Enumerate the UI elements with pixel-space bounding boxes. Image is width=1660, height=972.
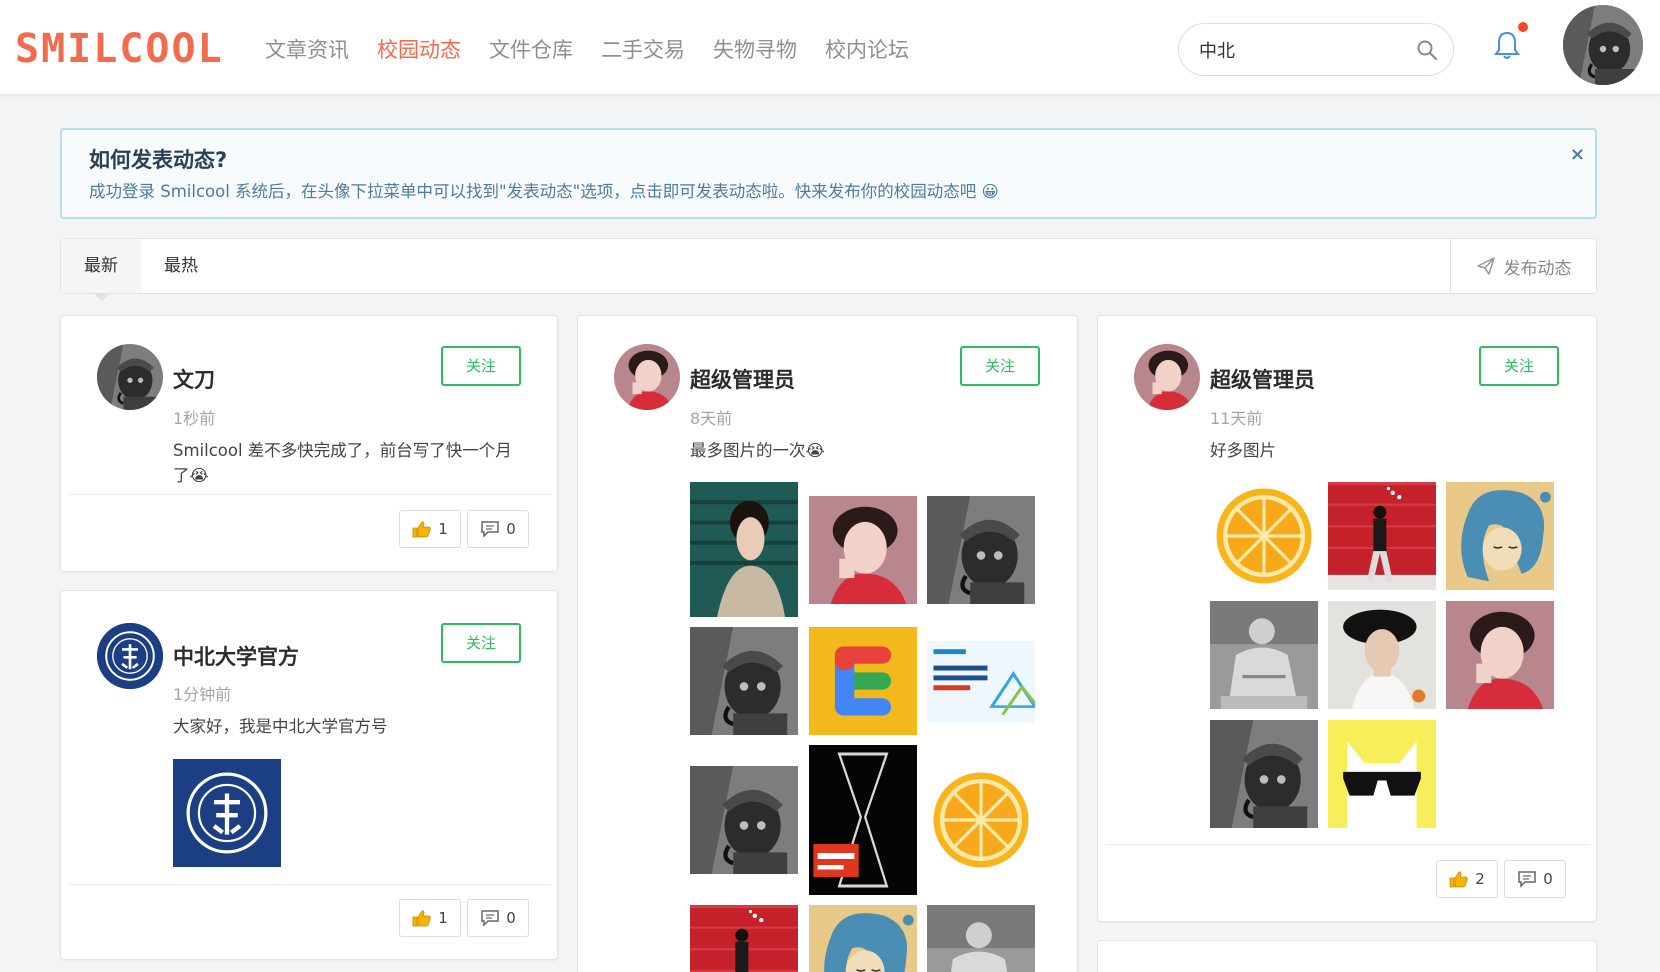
notice-title: 如何发表动态? (89, 148, 228, 172)
post-image[interactable] (927, 641, 1035, 723)
notice-text: 成功登录 Smilcool 系统后，在头像下拉菜单中可以找到"发表动态"选项，点… (89, 182, 999, 201)
post-image[interactable] (809, 745, 917, 895)
nav-item-articles[interactable]: 文章资讯 (265, 30, 349, 70)
post-image[interactable] (690, 766, 798, 874)
post-image[interactable] (927, 905, 1035, 972)
search-box (1178, 23, 1454, 76)
post-image[interactable] (690, 905, 798, 972)
nav-item-forum[interactable]: 校内论坛 (825, 30, 909, 70)
comment-button[interactable]: 0 (467, 510, 529, 548)
post-image[interactable] (809, 496, 917, 604)
active-tab-pointer (94, 293, 110, 301)
close-icon[interactable]: × (1570, 144, 1585, 165)
top-header: SMILCOOL 文章资讯 校园动态 文件仓库 二手交易 失物寻物 校内论坛 (0, 0, 1660, 94)
tab-hottest[interactable]: 最热 (141, 239, 221, 293)
post-text: 好多图片 (1210, 441, 1276, 460)
divider (69, 494, 551, 495)
like-count: 1 (438, 909, 448, 927)
search-input[interactable] (1199, 36, 1409, 64)
comment-button[interactable]: 0 (1504, 860, 1566, 898)
post-image[interactable] (927, 766, 1035, 874)
divider (1106, 844, 1590, 845)
post-image[interactable] (1328, 601, 1436, 709)
post-author[interactable]: 超级管理员 (690, 364, 795, 394)
follow-button[interactable]: 关注 (1479, 346, 1559, 386)
comment-count: 0 (1543, 870, 1553, 888)
post-text: 最多图片的一次😭 (690, 441, 825, 460)
like-count: 1 (438, 520, 448, 538)
publish-label: 发布动态 (1503, 258, 1572, 279)
follow-button[interactable]: 关注 (441, 346, 521, 386)
thumbs-up-icon (1449, 871, 1468, 888)
post-image[interactable] (690, 627, 798, 735)
thumbs-up-icon (412, 910, 431, 927)
nav-item-second-hand[interactable]: 二手交易 (601, 30, 685, 70)
comment-icon (1518, 871, 1536, 888)
avatar[interactable] (1134, 344, 1200, 410)
tab-latest[interactable]: 最新 (61, 239, 141, 293)
post-text: 大家好，我是中北大学官方号 (173, 717, 388, 736)
post-card: 超级管理员 8天前 关注 最多图片的一次😭 (577, 315, 1078, 972)
notification-dot (1518, 22, 1528, 32)
main-nav: 文章资讯 校园动态 文件仓库 二手交易 失物寻物 校内论坛 (265, 30, 937, 70)
post-card (1097, 940, 1597, 972)
post-author[interactable]: 文刀 (173, 364, 215, 394)
post-card: 文刀 1秒前 关注 Smilcool 差不多快完成了，前台写了快一个月了😭 1 … (60, 315, 558, 572)
post-card: 中北大学官方 1分钟前 关注 大家好，我是中北大学官方号 1 0 (60, 590, 558, 960)
post-image[interactable] (173, 759, 281, 867)
nav-item-campus-feed[interactable]: 校园动态 (377, 30, 461, 70)
avatar[interactable] (97, 344, 163, 410)
publish-button[interactable]: 发布动态 (1450, 239, 1596, 293)
post-time: 8天前 (690, 409, 733, 428)
comment-count: 0 (506, 909, 516, 927)
post-author[interactable]: 超级管理员 (1210, 364, 1315, 394)
comment-count: 0 (506, 520, 516, 538)
like-button[interactable]: 2 (1436, 860, 1498, 898)
like-button[interactable]: 1 (399, 899, 461, 937)
post-author[interactable]: 中北大学官方 (173, 641, 299, 671)
post-image[interactable] (927, 496, 1035, 604)
post-image[interactable] (1210, 720, 1318, 828)
bell-icon[interactable] (1490, 28, 1524, 62)
post-image[interactable] (1446, 601, 1554, 709)
post-card: 超级管理员 11天前 关注 好多图片 2 0 (1097, 315, 1597, 922)
comment-icon (481, 910, 499, 927)
notice-banner: 如何发表动态? 成功登录 Smilcool 系统后，在头像下拉菜单中可以找到"发… (60, 128, 1597, 219)
post-time: 1分钟前 (173, 685, 232, 704)
follow-button[interactable]: 关注 (960, 346, 1040, 386)
like-button[interactable]: 1 (399, 510, 461, 548)
avatar[interactable] (614, 344, 680, 410)
post-time: 11天前 (1210, 409, 1263, 428)
paper-plane-icon (1476, 257, 1495, 275)
feed-tabbar: 最新 最热 发布动态 (60, 238, 1597, 294)
logo[interactable]: SMILCOOL (15, 25, 224, 73)
avatar[interactable] (97, 623, 163, 689)
comment-icon (481, 521, 499, 538)
nav-item-lost-found[interactable]: 失物寻物 (713, 30, 797, 70)
follow-button[interactable]: 关注 (441, 623, 521, 663)
post-image[interactable] (809, 627, 917, 735)
post-text: Smilcool 差不多快完成了，前台写了快一个月了😭 (173, 441, 512, 485)
post-image[interactable] (1328, 720, 1436, 828)
divider (69, 884, 551, 885)
post-image[interactable] (1210, 482, 1318, 590)
search-icon[interactable] (1415, 38, 1439, 62)
post-image[interactable] (1328, 482, 1436, 590)
avatar[interactable] (1563, 5, 1643, 85)
post-image[interactable] (1210, 601, 1318, 709)
post-time: 1秒前 (173, 409, 216, 428)
thumbs-up-icon (412, 521, 431, 538)
comment-button[interactable]: 0 (467, 899, 529, 937)
post-image[interactable] (1446, 482, 1554, 590)
post-image[interactable] (809, 905, 917, 972)
post-image[interactable] (690, 482, 798, 617)
logo-text: SMILCOOL (15, 26, 224, 72)
like-count: 2 (1475, 870, 1485, 888)
nav-item-files[interactable]: 文件仓库 (489, 30, 573, 70)
